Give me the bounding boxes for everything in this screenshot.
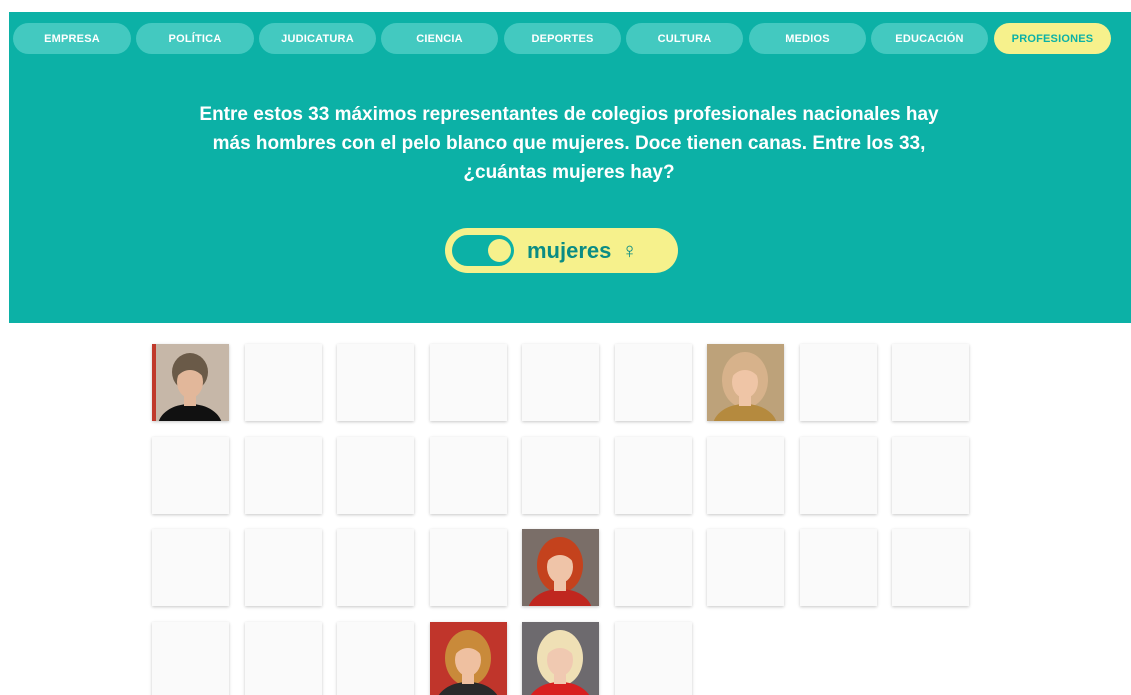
- portrait-card-hidden[interactable]: [615, 437, 692, 514]
- portrait-card-hidden[interactable]: [892, 344, 969, 421]
- portrait-card-hidden[interactable]: [245, 622, 322, 695]
- portrait-card-hidden[interactable]: [245, 437, 322, 514]
- portrait-card-hidden[interactable]: [522, 344, 599, 421]
- woman-portrait-icon: [707, 344, 784, 421]
- portrait-card-hidden[interactable]: [430, 437, 507, 514]
- portrait-card-hidden[interactable]: [337, 344, 414, 421]
- portrait-card-revealed[interactable]: [522, 622, 599, 695]
- portrait-card-hidden[interactable]: [615, 344, 692, 421]
- portrait-card-revealed[interactable]: [522, 529, 599, 606]
- woman-portrait-icon: [152, 344, 229, 421]
- portrait-card-hidden[interactable]: [800, 529, 877, 606]
- portrait-card-hidden[interactable]: [615, 529, 692, 606]
- portrait-card-revealed[interactable]: [707, 344, 784, 421]
- portrait-card-hidden[interactable]: [892, 437, 969, 514]
- portrait-grid: [0, 0, 1131, 695]
- woman-portrait-icon: [430, 622, 507, 695]
- portrait-card-hidden[interactable]: [430, 529, 507, 606]
- portrait-card-hidden[interactable]: [337, 529, 414, 606]
- portrait-card-hidden[interactable]: [152, 529, 229, 606]
- portrait-card-hidden[interactable]: [430, 344, 507, 421]
- portrait-card-hidden[interactable]: [707, 437, 784, 514]
- portrait-card-revealed[interactable]: [430, 622, 507, 695]
- portrait-card-hidden[interactable]: [152, 622, 229, 695]
- portrait-card-hidden[interactable]: [522, 437, 599, 514]
- portrait-card-hidden[interactable]: [707, 529, 784, 606]
- portrait-card-revealed[interactable]: [152, 344, 229, 421]
- portrait-card-hidden[interactable]: [800, 344, 877, 421]
- woman-portrait-icon: [522, 622, 599, 695]
- portrait-card-hidden[interactable]: [152, 437, 229, 514]
- portrait-card-hidden[interactable]: [337, 437, 414, 514]
- portrait-card-hidden[interactable]: [245, 529, 322, 606]
- portrait-card-hidden[interactable]: [800, 437, 877, 514]
- quiz-page: EMPRESA POLÍTICA JUDICATURA CIENCIA DEPO…: [0, 0, 1131, 695]
- portrait-card-hidden[interactable]: [615, 622, 692, 695]
- portrait-card-hidden[interactable]: [892, 529, 969, 606]
- portrait-card-hidden[interactable]: [245, 344, 322, 421]
- portrait-card-hidden[interactable]: [337, 622, 414, 695]
- woman-portrait-icon: [522, 529, 599, 606]
